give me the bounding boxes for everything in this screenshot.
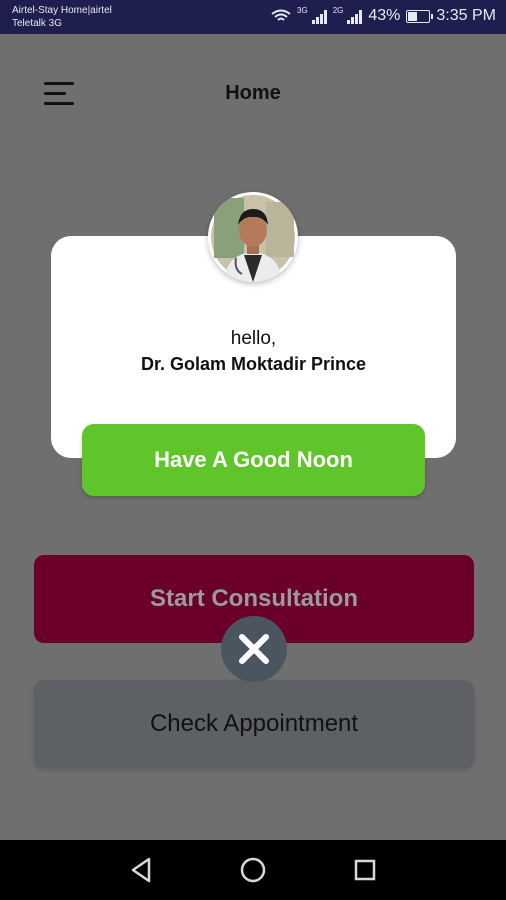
battery-percent: 43% [368,7,401,24]
network-type-1: 3G [297,5,308,15]
home-icon [240,857,266,883]
greeting-text: hello, [230,328,277,349]
network-type-2: 2G [332,5,344,15]
recents-button[interactable] [350,855,380,885]
status-bar: Airtel-Stay Home|airtel Teletalk 3G 3G 2… [0,0,506,34]
recents-icon [354,859,376,881]
check-appointment-button[interactable]: Check Appointment [34,680,474,768]
greeting-message-button[interactable]: Have A Good Noon [82,424,425,496]
back-button[interactable] [126,855,156,885]
page-title: Home [225,82,281,104]
battery-icon [406,9,434,23]
clock: 3:35 PM [436,7,496,24]
doctor-name: Dr. Golam Moktadir Prince [140,354,367,374]
carrier-line-2: Teletalk 3G [12,18,63,29]
close-icon [239,634,269,664]
carrier-info: Airtel-Stay Home|airtel Teletalk 3G [12,4,112,30]
close-button[interactable] [221,616,287,682]
wifi-icon [271,9,291,21]
signal-icon [311,8,327,24]
carrier-line-1: Airtel-Stay Home|airtel [12,5,112,16]
navigation-bar [0,840,506,900]
app-header: Home [0,34,506,154]
signal-icon [347,8,363,24]
status-icons: 3G 2G 43% 3:35 PM [271,5,496,25]
home-button[interactable] [238,855,268,885]
back-icon [131,857,151,883]
avatar [208,192,298,282]
doctor-photo [211,195,295,282]
